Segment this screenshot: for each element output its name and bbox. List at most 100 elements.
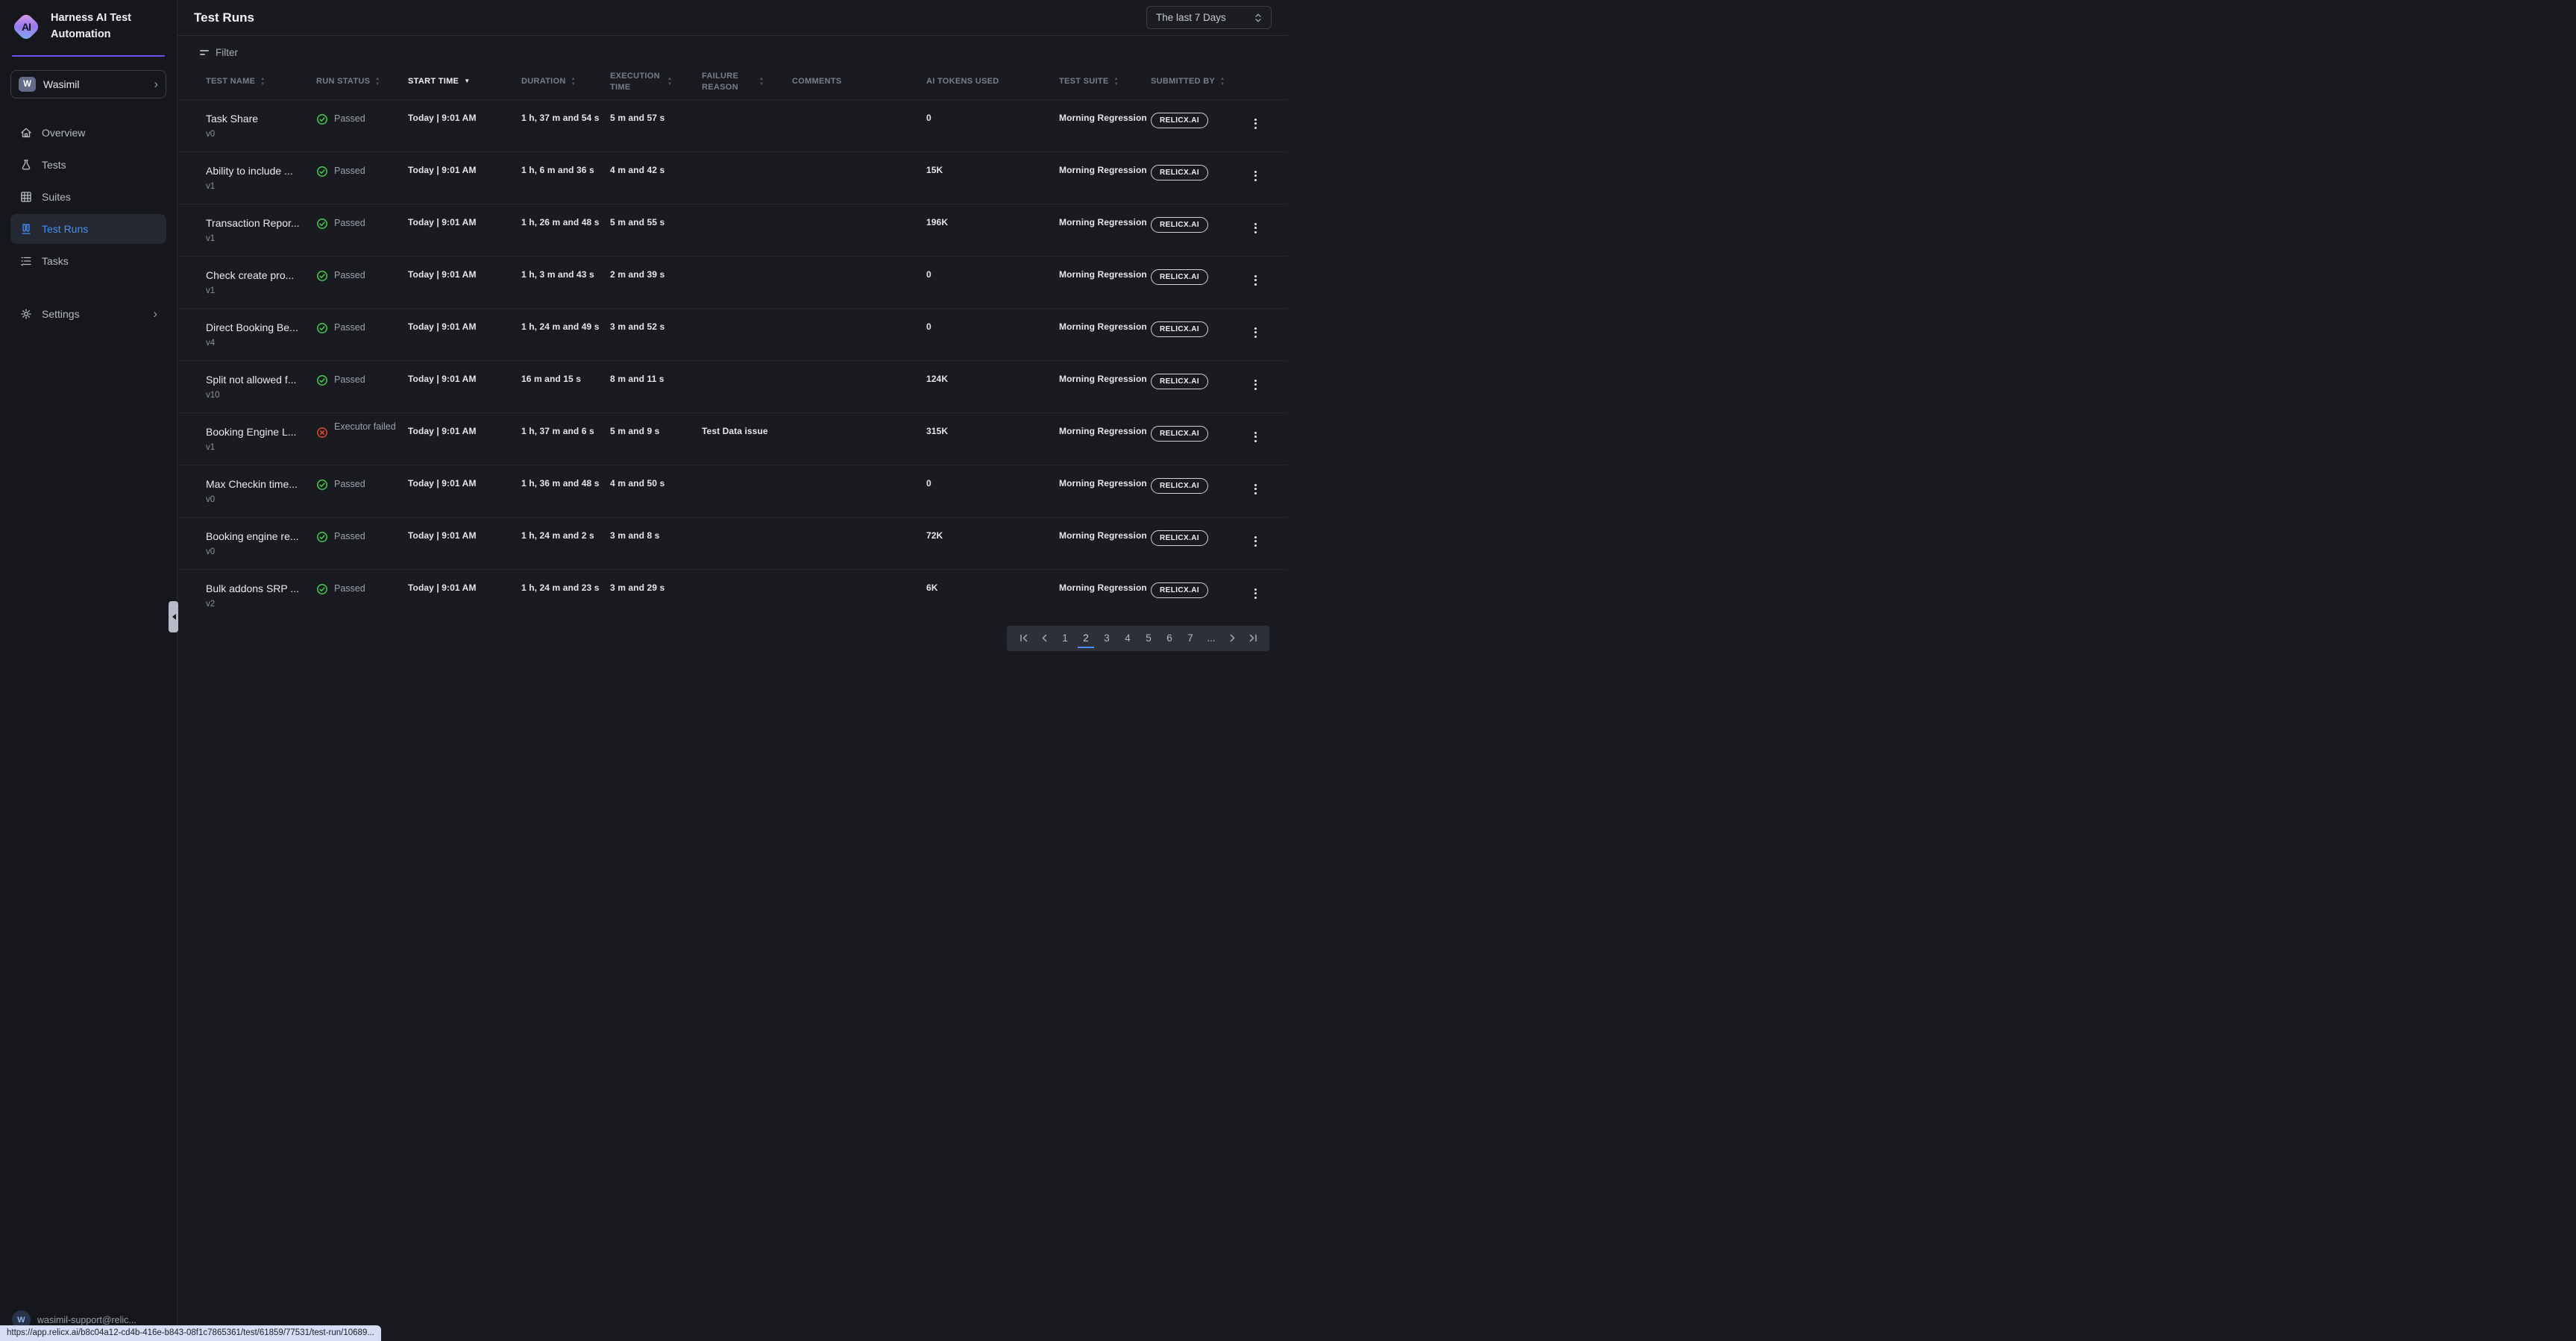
sort-arrows-icon: ▲▼	[375, 78, 380, 87]
sidebar-item-tasks[interactable]: Tasks	[10, 246, 166, 276]
table-row[interactable]: Max Checkin time...v0PassedToday | 9:01 …	[178, 465, 1288, 517]
pagination-last-button[interactable]	[1245, 629, 1261, 648]
sidebar-item-suites[interactable]: Suites	[10, 182, 166, 212]
table-row[interactable]: Direct Booking Be...v4PassedToday | 9:01…	[178, 308, 1288, 360]
table-row[interactable]: Booking Engine L...v1Executor failedToda…	[178, 412, 1288, 465]
sidebar-collapse-handle[interactable]	[169, 601, 178, 632]
column-header-execution_time[interactable]: EXECUTION TIME▲▼	[610, 71, 702, 93]
cell-test-suite: Morning Regression	[1059, 100, 1151, 151]
cell-row-menu	[1250, 413, 1277, 465]
cell-execution-time: 5 m and 9 s	[610, 413, 702, 465]
kebab-menu-icon[interactable]	[1250, 324, 1261, 342]
cell-run-status: Passed	[316, 361, 408, 412]
kebab-menu-icon[interactable]	[1250, 115, 1261, 133]
cell-failure-reason	[702, 257, 792, 308]
column-header-run_status[interactable]: RUN STATUS▲▼	[316, 71, 408, 93]
kebab-menu-icon[interactable]	[1250, 271, 1261, 289]
cell-test-name: Check create pro...v1	[206, 257, 316, 308]
kebab-menu-icon[interactable]	[1250, 219, 1261, 237]
column-header-duration[interactable]: DURATION▲▼	[521, 71, 610, 93]
column-header-comments: COMMENTS	[792, 71, 926, 93]
cell-submitted-by: RELICX.AI	[1151, 518, 1250, 569]
cell-duration: 1 h, 26 m and 48 s	[521, 204, 610, 256]
column-header-submitted_by[interactable]: SUBMITTED BY▲▼	[1151, 71, 1250, 93]
pagination-page-3[interactable]: 3	[1099, 629, 1115, 648]
pagination-page-5[interactable]: 5	[1140, 629, 1157, 648]
cell-test-name: Ability to include ...v1	[206, 152, 316, 204]
cell-duration: 1 h, 37 m and 54 s	[521, 100, 610, 151]
table-row[interactable]: Transaction Repor...v1PassedToday | 9:01…	[178, 204, 1288, 256]
cell-submitted-by: RELICX.AI	[1151, 100, 1250, 151]
date-range-select[interactable]: The last 7 Days	[1146, 6, 1272, 29]
flask-icon	[19, 158, 33, 172]
submitted-by-badge: RELICX.AI	[1151, 374, 1208, 389]
kebab-menu-icon[interactable]	[1250, 167, 1261, 185]
pagination-row: 1234567...	[178, 626, 1288, 651]
filter-button[interactable]: Filter	[178, 36, 1288, 65]
main-content: Test Runs The last 7 Days Filter TEST NA…	[178, 0, 1288, 670]
cell-duration: 16 m and 15 s	[521, 361, 610, 412]
page-title: Test Runs	[194, 10, 254, 25]
table-row[interactable]: Task Sharev0PassedToday | 9:01 AM1 h, 37…	[178, 99, 1288, 151]
sidebar-item-settings[interactable]: Settings ›	[10, 299, 166, 329]
column-header-test_name[interactable]: TEST NAME▲▼	[206, 71, 316, 93]
filter-label: Filter	[216, 47, 238, 58]
table-row[interactable]: Booking engine re...v0PassedToday | 9:01…	[178, 517, 1288, 569]
submitted-by-badge: RELICX.AI	[1151, 321, 1208, 337]
check-circle-icon	[316, 479, 328, 491]
pagination-ellipsis[interactable]: ...	[1203, 629, 1219, 648]
chevron-right-icon: ›	[153, 307, 157, 320]
cell-duration: 1 h, 24 m and 23 s	[521, 570, 610, 621]
pagination-page-1[interactable]: 1	[1057, 629, 1073, 648]
pagination-page-6[interactable]: 6	[1161, 629, 1178, 648]
check-circle-icon	[316, 583, 328, 595]
pagination-first-button[interactable]	[1015, 629, 1031, 648]
pagination-next-button[interactable]	[1224, 629, 1240, 648]
cell-submitted-by: RELICX.AI	[1151, 152, 1250, 204]
pagination-page-7[interactable]: 7	[1182, 629, 1199, 648]
cell-comments	[792, 204, 926, 256]
cell-execution-time: 8 m and 11 s	[610, 361, 702, 412]
cell-execution-time: 4 m and 42 s	[610, 152, 702, 204]
pagination-page-2[interactable]: 2	[1078, 630, 1094, 648]
sidebar-item-tests[interactable]: Tests	[10, 150, 166, 180]
cell-start-time: Today | 9:01 AM	[408, 309, 521, 360]
cell-comments	[792, 465, 926, 517]
kebab-menu-icon[interactable]	[1250, 533, 1261, 550]
kebab-menu-icon[interactable]	[1250, 376, 1261, 394]
cell-failure-reason	[702, 518, 792, 569]
workspace-selector[interactable]: W Wasimil ›	[10, 70, 166, 98]
cell-ai-tokens: 0	[926, 257, 1059, 308]
table-row[interactable]: Split not allowed f...v10PassedToday | 9…	[178, 360, 1288, 412]
kebab-menu-icon[interactable]	[1250, 585, 1261, 603]
cell-submitted-by: RELICX.AI	[1151, 257, 1250, 308]
sidebar-item-label: Settings	[42, 308, 80, 320]
column-header-start_time[interactable]: START TIME▼	[408, 71, 521, 93]
pagination-prev-button[interactable]	[1036, 629, 1052, 648]
table-row[interactable]: Check create pro...v1PassedToday | 9:01 …	[178, 256, 1288, 308]
sidebar-item-test-runs[interactable]: Test Runs	[10, 214, 166, 244]
kebab-menu-icon[interactable]	[1250, 428, 1261, 446]
app-brand: AI Harness AI Test Automation	[0, 0, 177, 55]
cell-duration: 1 h, 3 m and 43 s	[521, 257, 610, 308]
kebab-menu-icon[interactable]	[1250, 480, 1261, 498]
cell-run-status: Passed	[316, 465, 408, 517]
cell-execution-time: 5 m and 55 s	[610, 204, 702, 256]
cell-row-menu	[1250, 309, 1277, 360]
pagination-page-4[interactable]: 4	[1119, 629, 1136, 648]
table-row[interactable]: Bulk addons SRP ...v2PassedToday | 9:01 …	[178, 569, 1288, 621]
sidebar-item-overview[interactable]: Overview	[10, 118, 166, 148]
cell-test-suite: Morning Regression	[1059, 361, 1151, 412]
column-header-test_suite[interactable]: TEST SUITE▲▼	[1059, 71, 1151, 93]
table-row[interactable]: Ability to include ...v1PassedToday | 9:…	[178, 151, 1288, 204]
pagination-pages: 1234567...	[1055, 629, 1222, 648]
grid-icon	[19, 190, 33, 204]
test-tubes-icon	[19, 222, 33, 236]
cell-test-name: Bulk addons SRP ...v2	[206, 570, 316, 621]
table-header-row: TEST NAME▲▼RUN STATUS▲▼START TIME▼DURATI…	[178, 65, 1288, 99]
cell-row-menu	[1250, 465, 1277, 517]
cell-submitted-by: RELICX.AI	[1151, 465, 1250, 517]
column-header-failure_reason[interactable]: FAILURE REASON▲▼	[702, 71, 792, 93]
cell-failure-reason	[702, 204, 792, 256]
cell-ai-tokens: 196K	[926, 204, 1059, 256]
